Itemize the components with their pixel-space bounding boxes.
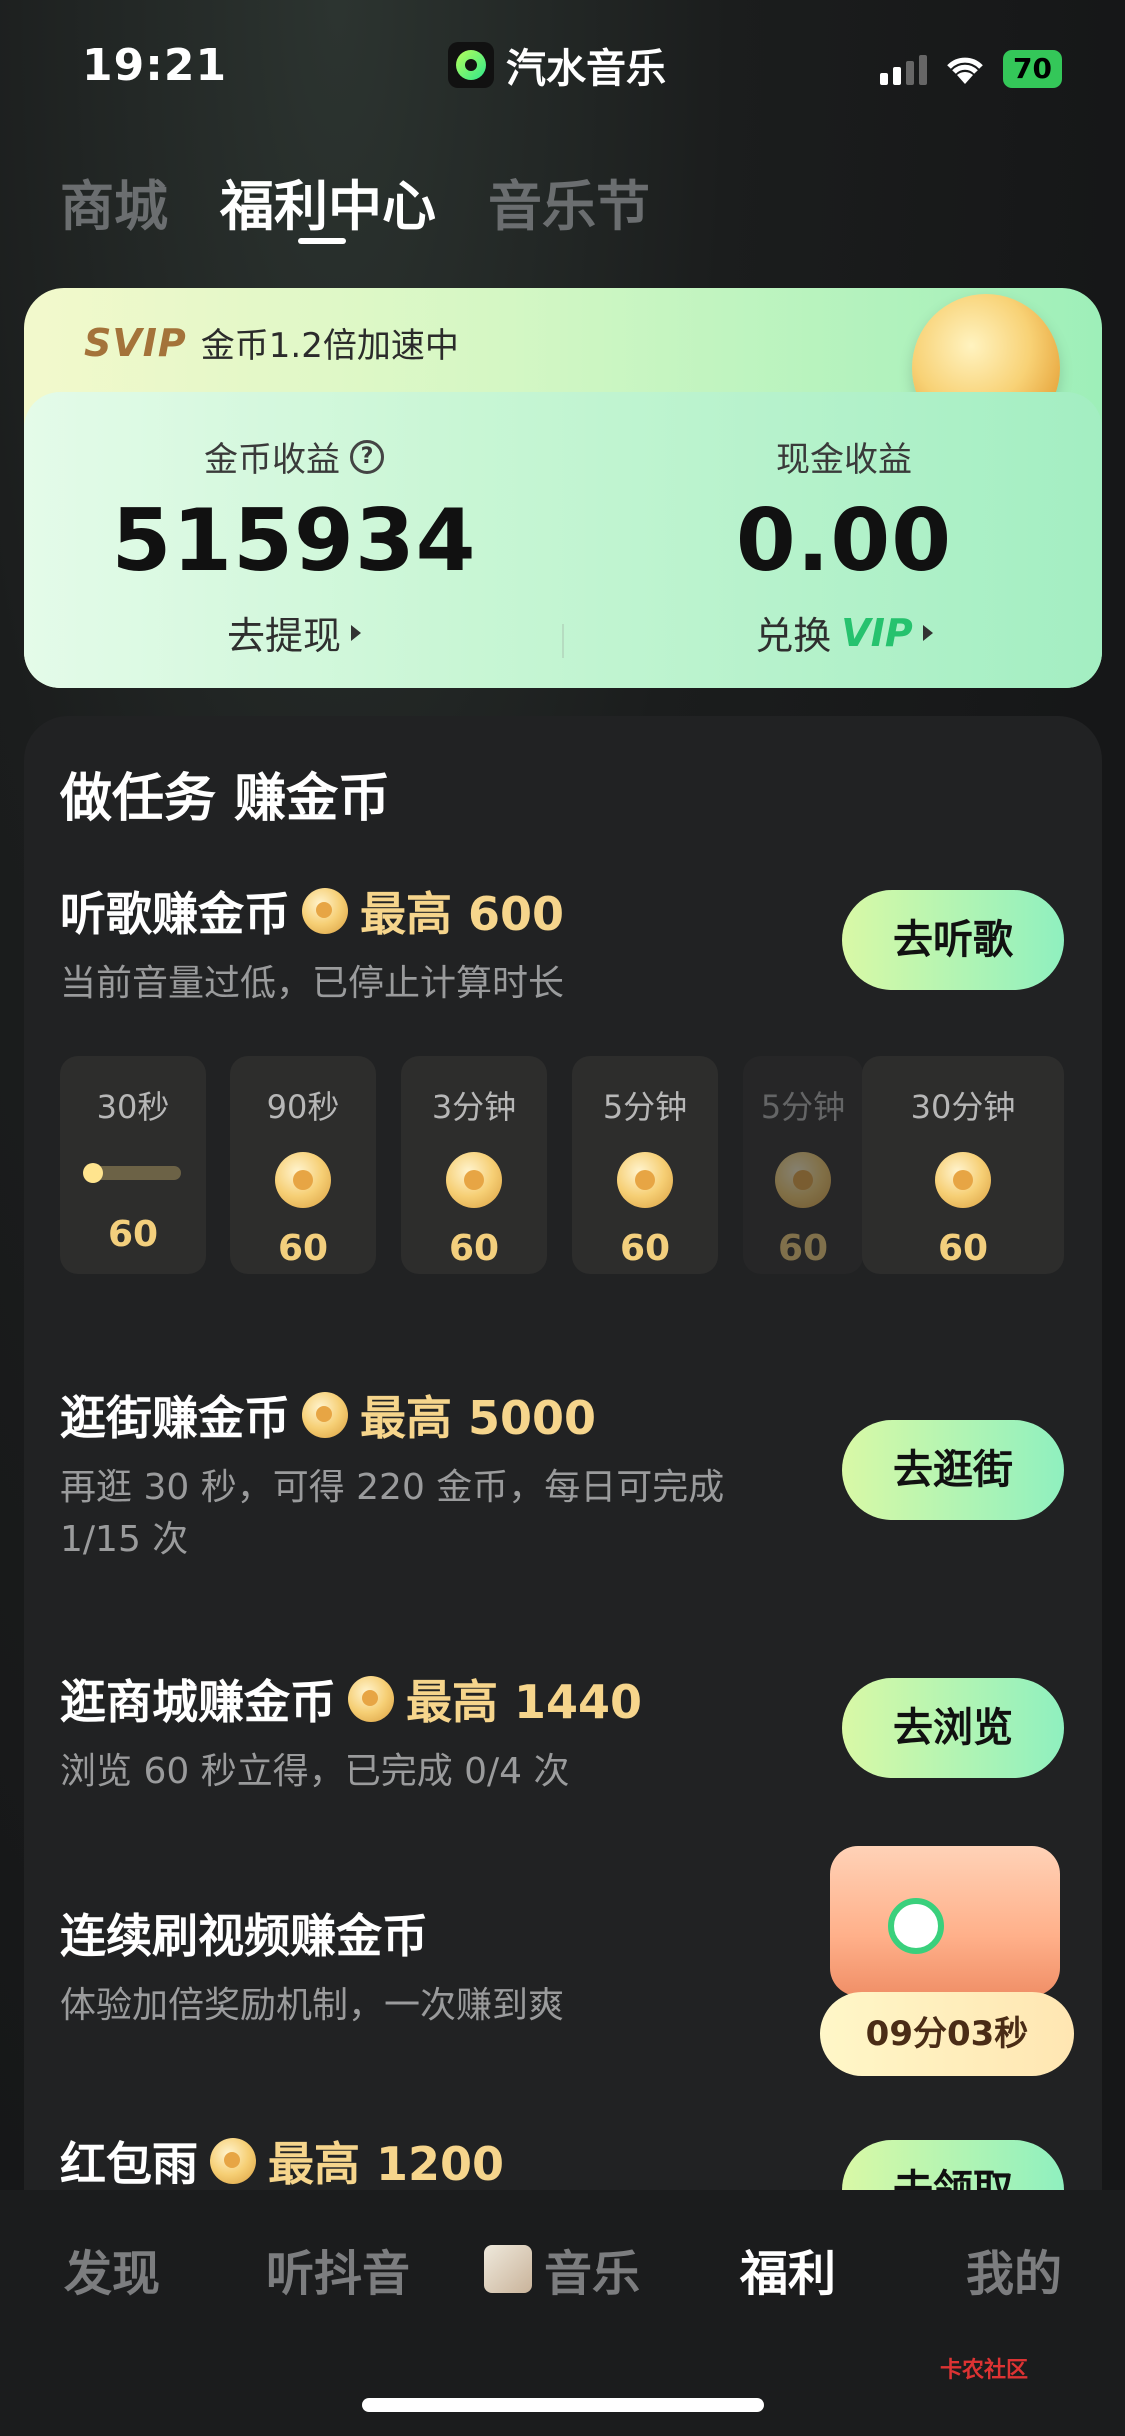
coin-stack-icon	[935, 1152, 991, 1208]
chip-value: 60	[619, 1228, 671, 1269]
chip-progress-bar	[83, 1163, 181, 1183]
cash-earnings: 现金收益 0.00 兑换 VIP	[574, 432, 1114, 660]
exchange-vip-link[interactable]: 兑换 VIP	[755, 605, 933, 660]
status-app-name: 汽水音乐	[506, 46, 666, 92]
active-tab-underline	[298, 238, 346, 244]
home-indicator[interactable]	[362, 2398, 764, 2412]
withdraw-link[interactable]: 去提现	[227, 605, 361, 660]
coin-earnings-label: 金币收益	[204, 440, 340, 480]
app-logo-icon	[448, 42, 494, 88]
task-listen: 听歌赚金币 最高 600 当前音量过低，已停止计算时长	[60, 878, 564, 1010]
chip-label: 30分钟	[910, 1088, 1016, 1126]
task-listen-title: 听歌赚金币	[60, 887, 290, 941]
listen-chip-90s[interactable]: 90秒 60	[230, 1056, 376, 1274]
task-street-subtitle: 再逛 30 秒，可得 220 金币，每日可完成 1/15 次	[60, 1467, 725, 1560]
task-listen-subtitle: 当前音量过低，已停止计算时长	[60, 963, 565, 1004]
cash-earnings-value: 0.00	[735, 491, 953, 591]
chip-value: 60	[107, 1214, 159, 1255]
top-tabs: 商城 福利中心 音乐节	[60, 162, 650, 241]
task-video: 连续刷视频赚金币 体验加倍奖励机制，一次赚到爽	[60, 1900, 564, 2032]
svip-speedup-text: 金币1.2倍加速中	[200, 326, 459, 366]
task-browse-street: 逛街赚金币 最高 5000 再逛 30 秒，可得 220 金币，每日可完成 1/…	[60, 1382, 780, 1566]
task-mall-subtitle: 浏览 60 秒立得，已完成 0/4 次	[60, 1751, 570, 1792]
caret-right-icon	[351, 624, 361, 641]
listen-button[interactable]: 去听歌	[842, 890, 1064, 990]
chest-lock-icon	[888, 1898, 944, 1954]
svip-banner: SVIP 金币1.2倍加速中	[84, 318, 459, 367]
tab-mall[interactable]: 商城	[60, 162, 168, 241]
nav-discover[interactable]: 发现	[64, 2234, 160, 2304]
coin-earnings: 金币收益 ? 515934 去提现	[24, 432, 564, 660]
task-street-title-row: 逛街赚金币 最高 5000	[60, 1382, 780, 1448]
task-browse-mall: 逛商城赚金币 最高 1440 浏览 60 秒立得，已完成 0/4 次	[60, 1666, 642, 1798]
task-listen-max: 最高 600	[360, 887, 565, 941]
task-street-title: 逛街赚金币	[60, 1391, 290, 1445]
coin-icon	[446, 1152, 502, 1208]
video-countdown-timer: 09分03秒	[820, 1992, 1074, 2076]
tab-welfare-center[interactable]: 福利中心	[220, 162, 436, 241]
chip-label: 90秒	[266, 1088, 340, 1126]
tasks-section-title: 做任务 赚金币	[60, 769, 391, 829]
listen-chip-3min[interactable]: 3分钟 60	[401, 1056, 547, 1274]
music-cover-icon	[484, 2245, 532, 2293]
nav-listen-douyin[interactable]: 听抖音	[266, 2234, 410, 2304]
chip-label: 30秒	[96, 1088, 170, 1126]
coin-earnings-label-row: 金币收益 ?	[204, 432, 384, 481]
task-listen-title-row: 听歌赚金币 最高 600	[60, 878, 564, 944]
nav-welfare[interactable]: 福利	[740, 2234, 836, 2304]
caret-right-icon	[922, 624, 933, 641]
task-mall-max: 最高 1440	[406, 1675, 643, 1729]
status-time: 19:21	[82, 40, 228, 91]
chip-label: 5分钟	[760, 1088, 846, 1126]
chip-value: 60	[277, 1228, 329, 1269]
chip-value: 60	[448, 1228, 500, 1269]
tab-music-festival[interactable]: 音乐节	[488, 162, 650, 241]
task-red-packet: 红包雨 最高 1200	[60, 2128, 504, 2194]
task-red-packet-title-row: 红包雨 最高 1200	[60, 2128, 504, 2194]
nav-music[interactable]: 音乐	[484, 2234, 640, 2304]
treasure-chest-icon[interactable]	[830, 1846, 1060, 1996]
battery-indicator: 70	[1003, 50, 1062, 88]
listen-chip-30min[interactable]: 30分钟 60	[862, 1056, 1064, 1274]
coin-icon	[275, 1152, 331, 1208]
listen-chip-30s[interactable]: 30秒 60	[60, 1056, 206, 1274]
coin-icon	[210, 2138, 256, 2184]
help-icon[interactable]: ?	[350, 439, 384, 474]
chip-label: 3分钟	[431, 1088, 517, 1126]
task-street-max: 最高 5000	[360, 1391, 597, 1445]
nav-music-label: 音乐	[544, 2246, 641, 2302]
task-video-title: 连续刷视频赚金币	[60, 1909, 428, 1963]
browse-street-button[interactable]: 去逛街	[842, 1420, 1064, 1520]
watermark: 卡农社区	[940, 2358, 1029, 2383]
listen-chip-5min-2[interactable]: 5分钟 60	[743, 1056, 863, 1274]
task-red-packet-title: 红包雨	[60, 2137, 198, 2191]
chip-progress-dot	[83, 1163, 103, 1183]
coin-icon	[617, 1152, 673, 1208]
card-divider	[562, 624, 564, 658]
coin-icon	[302, 888, 348, 934]
task-mall-title-row: 逛商城赚金币 最高 1440	[60, 1666, 642, 1732]
svip-badge: SVIP	[84, 320, 187, 365]
vip-label: VIP	[841, 610, 913, 655]
listen-chip-5min[interactable]: 5分钟 60	[572, 1056, 718, 1274]
status-app-indicator: 汽水音乐	[448, 36, 666, 94]
browse-mall-button[interactable]: 去浏览	[842, 1678, 1064, 1778]
coin-icon	[302, 1392, 348, 1438]
task-video-subtitle: 体验加倍奖励机制，一次赚到爽	[60, 1985, 565, 2026]
status-right: 70	[880, 50, 1062, 88]
chip-label: 5分钟	[602, 1088, 688, 1126]
coin-earnings-value: 515934	[111, 491, 477, 591]
coin-icon	[348, 1676, 394, 1722]
exchange-label: 兑换	[755, 614, 832, 658]
chip-value: 60	[937, 1228, 989, 1269]
wifi-icon	[947, 57, 983, 84]
task-mall-title: 逛商城赚金币	[60, 1675, 336, 1729]
nav-mine[interactable]: 我的	[966, 2234, 1062, 2304]
withdraw-label: 去提现	[226, 614, 341, 658]
task-red-packet-max: 最高 1200	[268, 2137, 505, 2191]
coin-icon	[775, 1152, 831, 1208]
chip-value: 60	[777, 1228, 829, 1269]
cash-earnings-label: 现金收益	[776, 440, 912, 480]
cellular-signal-icon	[880, 53, 927, 85]
